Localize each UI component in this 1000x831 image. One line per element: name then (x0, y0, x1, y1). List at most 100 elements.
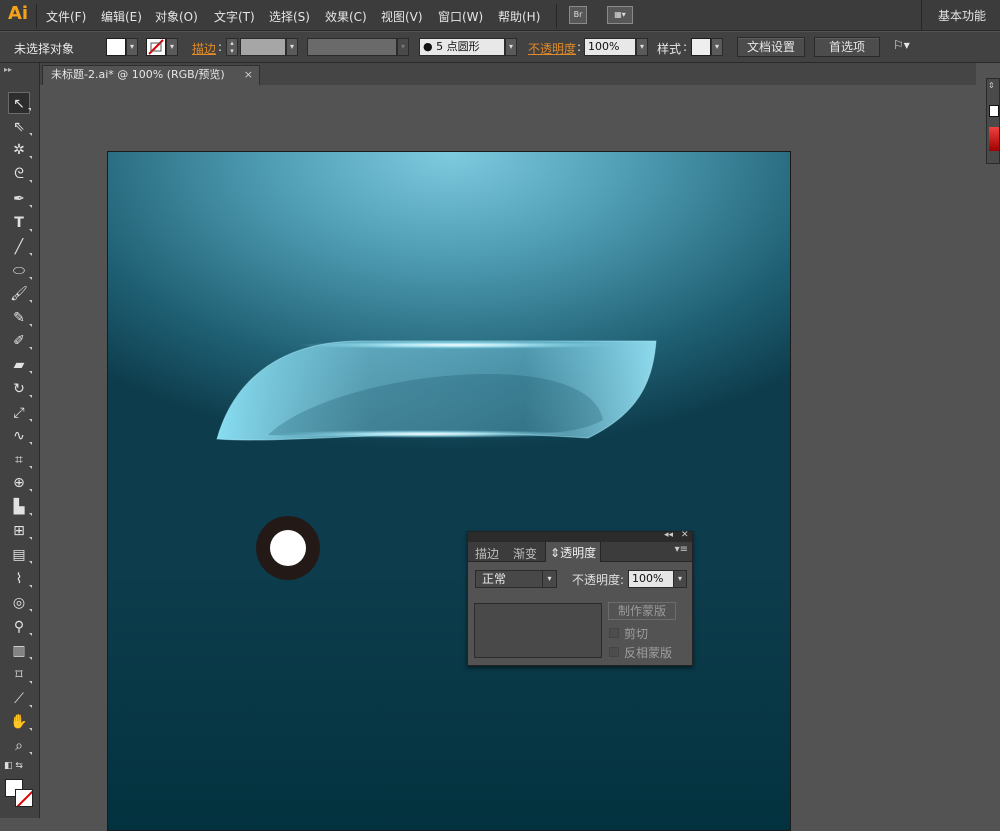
zoom-tool-icon[interactable]: ⌕ (8, 735, 32, 757)
menu-type[interactable]: 文字(T) (214, 8, 255, 25)
selection-status: 未选择对象 (14, 42, 75, 56)
pencil-tool-icon[interactable]: ✎ (8, 307, 32, 329)
white-circle[interactable] (270, 530, 306, 566)
collapse-icon[interactable]: ⇕ (988, 81, 995, 90)
invert-mask-checkbox[interactable] (609, 647, 619, 657)
shape-builder-tool-icon[interactable]: ⊕ (8, 472, 32, 494)
artboard[interactable] (107, 151, 791, 831)
lasso-tool-icon[interactable]: ᘓ (8, 163, 32, 185)
right-panel-dock[interactable]: ⇕ (986, 78, 1000, 164)
tools-panel: ▸▸ ↖ ⇖ ✲ ᘓ ✒ T ╱ ⬭ 🖌 ✎ ✐ ▰ ↻ ⤢ ∿ ⌗ ⊕ ▙ ⊞… (0, 63, 40, 818)
opacity-label[interactable]: 不透明度 (528, 40, 576, 57)
opacity-input[interactable]: 100% (628, 570, 674, 588)
stroke-weight-field[interactable] (240, 38, 286, 56)
separator (36, 4, 37, 28)
menu-object[interactable]: 对象(O) (155, 8, 198, 25)
menu-view[interactable]: 视图(V) (381, 8, 423, 25)
menu-bar: Ai 文件(F) 编辑(E) 对象(O) 文字(T) 选择(S) 效果(C) 视… (0, 0, 1000, 31)
clip-label: 剪切 (624, 627, 649, 641)
brush-dropdown[interactable]: ▾ (505, 38, 517, 56)
panel-menu-icon[interactable]: ▾≡ (675, 544, 688, 555)
stroke-weight-dropdown[interactable]: ▾ (286, 38, 298, 56)
style-dropdown[interactable]: ▾ (711, 38, 723, 56)
tab-stroke[interactable]: 描边 (475, 545, 499, 562)
perspective-grid-tool-icon[interactable]: ▙ (8, 496, 32, 518)
fill-dropdown[interactable]: ▾ (126, 38, 138, 56)
blend-mode-select[interactable]: 正常 ▾ (475, 570, 557, 588)
blob-brush-tool-icon[interactable]: ✐ (8, 330, 32, 352)
symbol-sprayer-tool-icon[interactable]: ⚲ (8, 616, 32, 638)
style-swatch[interactable] (691, 38, 711, 56)
stroke-color-swatch[interactable] (15, 789, 33, 807)
stroke-dropdown[interactable]: ▾ (166, 38, 178, 56)
bridge-icon[interactable]: Br (569, 6, 587, 24)
variable-width-dropdown[interactable]: ▾ (397, 38, 409, 56)
selection-tool-icon[interactable]: ↖ (8, 92, 31, 114)
panel-collapse-icon[interactable]: ◂◂ (664, 530, 673, 540)
pin-icon[interactable]: ⚐▾ (893, 38, 910, 52)
opacity-label: 不透明度: (572, 573, 625, 587)
document-tab[interactable]: 未标题-2.ai* @ 100% (RGB/预览) × (42, 65, 260, 85)
eyedropper-tool-icon[interactable]: ⌇ (8, 568, 32, 590)
mesh-tool-icon[interactable]: ⊞ (8, 520, 32, 542)
opacity-dropdown[interactable]: ▾ (636, 38, 648, 56)
brush-definition[interactable]: ● 5 点圆形 (419, 38, 505, 56)
direct-selection-tool-icon[interactable]: ⇖ (8, 116, 32, 138)
arrange-documents-icon[interactable]: ▦▾ (607, 6, 633, 24)
workspace-switcher[interactable]: 基本功能 (938, 7, 986, 24)
invert-mask-label: 反相蒙版 (624, 646, 673, 660)
paintbrush-tool-icon[interactable]: 🖌 (8, 283, 32, 305)
close-icon[interactable]: × (244, 66, 253, 84)
opacity-field[interactable]: 100% (584, 38, 636, 56)
stroke-label[interactable]: 描边 (192, 40, 216, 57)
slice-tool-icon[interactable]: ⟋ (8, 688, 32, 710)
menu-file[interactable]: 文件(F) (46, 8, 86, 25)
variable-width-field[interactable] (307, 38, 397, 56)
tab-transparency[interactable]: ⇕透明度 (545, 542, 602, 562)
rotate-tool-icon[interactable]: ↻ (8, 378, 32, 400)
tab-gradient[interactable]: 渐变 (513, 545, 537, 562)
free-transform-tool-icon[interactable]: ⌗ (8, 449, 32, 471)
stroke-weight-stepper[interactable]: ▴ ▾ (226, 38, 238, 56)
app-logo: Ai (8, 3, 29, 24)
blend-tool-icon[interactable]: ◎ (8, 592, 32, 614)
panel-close-icon[interactable]: ✕ (681, 530, 689, 540)
separator (556, 4, 557, 28)
pen-tool-icon[interactable]: ✒ (8, 188, 32, 210)
panel-tabs: 描边 渐变 ⇕透明度 ▾≡ (468, 542, 692, 562)
fill-swatch[interactable] (106, 38, 126, 56)
control-bar: 未选择对象 ▾ ▾ 描边 : ▴ ▾ ▾ ▾ ● 5 点圆形 ▾ 不透明度 : 1… (0, 32, 1000, 63)
document-setup-button[interactable]: 文档设置 (737, 37, 805, 57)
menu-edit[interactable]: 编辑(E) (101, 8, 142, 25)
eraser-tool-icon[interactable]: ▰ (8, 354, 32, 376)
collapse-icon[interactable]: ▸▸ (4, 65, 12, 74)
make-mask-button[interactable]: 制作蒙版 (608, 602, 676, 620)
artboard-tool-icon[interactable]: ⌑ (8, 664, 32, 686)
menu-effect[interactable]: 效果(C) (325, 8, 367, 25)
style-label: 样式 (657, 42, 682, 56)
ellipse-tool-icon[interactable]: ⬭ (8, 260, 32, 282)
chevron-down-icon[interactable]: ▾ (673, 570, 687, 588)
warp-tool-icon[interactable]: ∿ (8, 425, 32, 447)
color-swatch-icon[interactable] (989, 127, 999, 151)
menu-window[interactable]: 窗口(W) (438, 8, 483, 25)
panel-title-bar[interactable]: ◂◂ ✕ (468, 530, 692, 542)
gradient-tool-icon[interactable]: ▤ (8, 544, 32, 566)
stroke-none-swatch[interactable] (146, 38, 166, 56)
separator (921, 0, 922, 31)
mask-thumbnail[interactable] (474, 603, 602, 658)
menu-help[interactable]: 帮助(H) (498, 8, 540, 25)
none-swatch-icon[interactable] (989, 105, 999, 117)
default-colors-icon[interactable]: ◧ ⇆ (4, 761, 23, 771)
clip-checkbox[interactable] (609, 628, 619, 638)
graph-tool-icon[interactable]: ▥ (8, 640, 32, 662)
preferences-button[interactable]: 首选项 (814, 37, 880, 57)
menu-select[interactable]: 选择(S) (269, 8, 310, 25)
document-tab-title: 未标题-2.ai* @ 100% (RGB/预览) (51, 68, 225, 81)
hand-tool-icon[interactable]: ✋ (8, 711, 32, 733)
line-tool-icon[interactable]: ╱ (8, 236, 32, 258)
type-tool-icon[interactable]: T (8, 212, 32, 234)
scale-tool-icon[interactable]: ⤢ (8, 402, 32, 424)
bottom-light-flare (276, 430, 576, 438)
magic-wand-tool-icon[interactable]: ✲ (8, 139, 32, 161)
